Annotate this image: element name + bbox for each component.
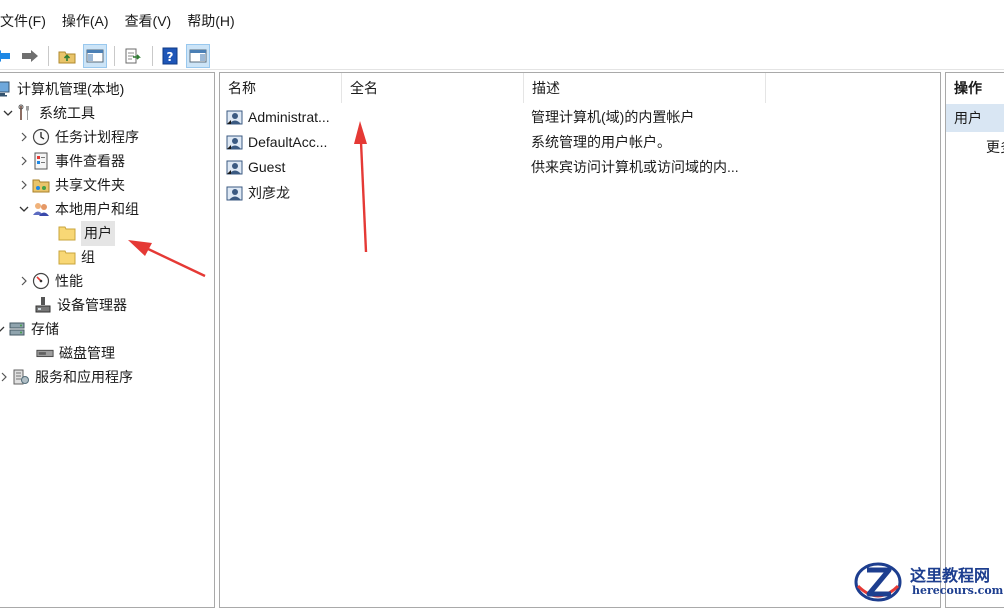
- tree-item-label: 任务计划程序: [55, 129, 139, 145]
- tree-item-label: 共享文件夹: [55, 177, 125, 193]
- watermark-logo: 这里教程网 herecours.com: [852, 560, 1004, 604]
- clock-icon: [32, 128, 50, 146]
- tree-item-label: 计算机管理(本地): [17, 81, 125, 97]
- action-pane-title: 操作: [946, 73, 1004, 103]
- tree-item-label: 用户: [81, 220, 115, 246]
- toolbar-separator: [114, 46, 115, 66]
- tree-item-shared-folders[interactable]: 共享文件夹: [16, 173, 125, 197]
- show-action-pane-icon[interactable]: [186, 44, 210, 68]
- tree-item-services-apps[interactable]: 服务和应用程序: [0, 365, 133, 389]
- tree-item-disk-management[interactable]: 磁盘管理: [36, 341, 115, 365]
- watermark-title: 这里教程网: [910, 566, 991, 585]
- tree-item-label: 服务和应用程序: [35, 369, 133, 385]
- folder-icon: [58, 248, 76, 266]
- chevron-down-icon[interactable]: [16, 201, 32, 217]
- folder-icon: [58, 224, 76, 242]
- user-icon: [226, 155, 244, 179]
- user-icon: [226, 181, 244, 205]
- table-row[interactable]: DefaultAcc... 系统管理的用户帐户。: [226, 130, 926, 154]
- chevron-right-icon[interactable]: [16, 273, 32, 289]
- table-row[interactable]: Administrat... 管理计算机(域)的内置帐户: [226, 105, 926, 129]
- tree-item-event-viewer[interactable]: 事件查看器: [16, 149, 125, 173]
- tree-item-system-tools[interactable]: 系统工具: [0, 101, 95, 125]
- computer-icon: [0, 80, 12, 98]
- show-hide-tree-icon[interactable]: [83, 44, 107, 68]
- user-name: Guest: [248, 159, 286, 175]
- tree-item-local-users-groups[interactable]: 本地用户和组: [16, 197, 139, 221]
- chevron-down-icon[interactable]: [0, 321, 8, 337]
- tree-item-performance[interactable]: 性能: [16, 269, 83, 293]
- menu-action[interactable]: 操作(A): [54, 0, 117, 42]
- menu-help[interactable]: 帮助(H): [179, 0, 242, 42]
- tree-item-task-scheduler[interactable]: 任务计划程序: [16, 125, 139, 149]
- tree-item-label: 磁盘管理: [59, 345, 115, 361]
- more-actions-link[interactable]: 更多操作: [986, 135, 1004, 159]
- users-group-icon: [32, 200, 50, 218]
- chevron-right-icon[interactable]: [16, 153, 32, 169]
- table-row[interactable]: Guest 供来宾访问计算机或访问域的内...: [226, 155, 926, 179]
- user-description: 系统管理的用户帐户。: [531, 134, 671, 150]
- shared-folder-icon: [32, 176, 50, 194]
- user-name: DefaultAcc...: [248, 134, 328, 150]
- chevron-right-icon[interactable]: [16, 177, 32, 193]
- services-icon: [12, 368, 30, 386]
- user-name: Administrat...: [248, 109, 330, 125]
- action-section-users[interactable]: 用户: [946, 104, 1004, 132]
- tree-item-label: 性能: [55, 273, 83, 289]
- watermark-z-icon: [854, 562, 902, 602]
- tree-item-label: 存储: [31, 321, 59, 337]
- toolbar-separator: [48, 46, 49, 66]
- tree-item-groups[interactable]: 组: [58, 245, 95, 269]
- tree-item-users[interactable]: 用户: [58, 220, 115, 246]
- tree-item-computer-management[interactable]: 计算机管理(本地): [0, 77, 124, 101]
- user-icon: [226, 130, 244, 154]
- device-manager-icon: [34, 296, 52, 314]
- tree-item-device-manager[interactable]: 设备管理器: [34, 293, 127, 317]
- performance-gauge-icon: [32, 272, 50, 290]
- menu-view[interactable]: 查看(V): [117, 0, 180, 42]
- event-log-icon: [32, 152, 50, 170]
- table-row[interactable]: 刘彦龙: [226, 181, 926, 205]
- tree-item-label: 设备管理器: [57, 297, 127, 313]
- menu-bar: 文件(F) 操作(A) 查看(V) 帮助(H): [0, 0, 1004, 42]
- chevron-right-icon[interactable]: [0, 369, 12, 385]
- back-icon[interactable]: [0, 44, 14, 68]
- chevron-down-icon[interactable]: [0, 105, 16, 121]
- tree-item-label: 系统工具: [39, 105, 95, 121]
- up-folder-icon[interactable]: [55, 44, 79, 68]
- user-description: 管理计算机(域)的内置帐户: [531, 109, 695, 125]
- user-name: 刘彦龙: [248, 185, 290, 201]
- action-pane: 操作 用户 更多操作: [945, 72, 1004, 608]
- column-header-description[interactable]: 描述: [524, 73, 766, 103]
- toolbar-separator: [152, 46, 153, 66]
- tree-item-label: 组: [81, 249, 95, 265]
- user-list-pane: 名称 全名 描述 Administrat... 管理计算机(域)的内置帐户 De…: [219, 72, 941, 608]
- disk-icon: [36, 344, 54, 362]
- column-header-full-name[interactable]: 全名: [342, 73, 524, 103]
- console-tree-pane: 计算机管理(本地) 系统工具 任务计划程序 事件查看器 共享文件夹 本地用户和组…: [0, 72, 215, 608]
- watermark-url: herecours.com: [912, 584, 1004, 597]
- storage-icon: [8, 320, 26, 338]
- tree-item-label: 本地用户和组: [55, 201, 139, 217]
- forward-icon[interactable]: [18, 44, 42, 68]
- user-description: 供来宾访问计算机或访问域的内...: [531, 159, 739, 175]
- tree-item-storage[interactable]: 存储: [0, 317, 59, 341]
- menu-file[interactable]: 文件(F): [0, 0, 54, 42]
- user-icon: [226, 105, 244, 129]
- toolbar: ?: [0, 42, 1004, 70]
- chevron-right-icon[interactable]: [16, 129, 32, 145]
- svg-text:?: ?: [167, 50, 174, 64]
- column-header-name[interactable]: 名称: [220, 73, 342, 103]
- help-icon[interactable]: ?: [158, 44, 182, 68]
- tree-item-label: 事件查看器: [55, 153, 125, 169]
- export-list-icon[interactable]: [121, 44, 145, 68]
- tools-icon: [16, 104, 34, 122]
